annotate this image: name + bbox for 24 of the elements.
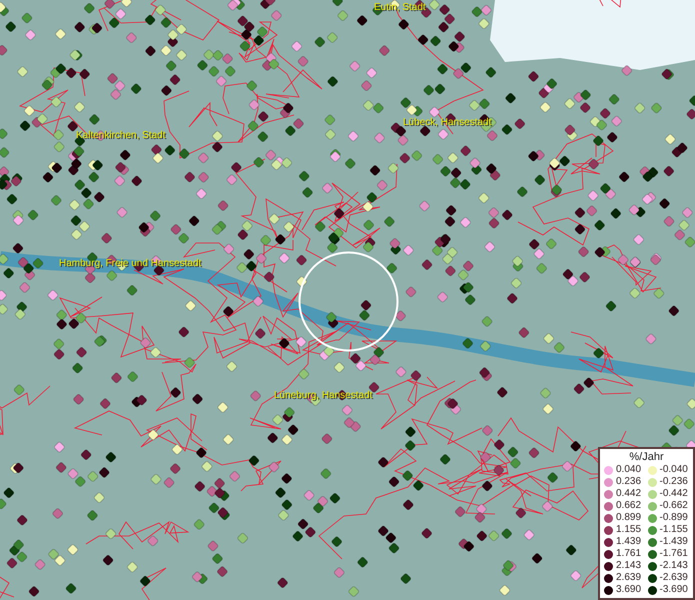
legend-value: 0.662 bbox=[616, 500, 642, 512]
legend-value: -1.155 bbox=[660, 524, 688, 536]
legend-value: 1.155 bbox=[616, 524, 642, 536]
selection-circle-icon[interactable] bbox=[297, 250, 400, 353]
legend-value: 1.439 bbox=[616, 536, 642, 548]
legend-value: -0.662 bbox=[660, 500, 688, 512]
legend-value: 0.236 bbox=[616, 476, 642, 488]
legend-value: -0.236 bbox=[660, 476, 688, 488]
legend-value: 0.442 bbox=[616, 488, 642, 500]
legend-value: -1.439 bbox=[660, 536, 688, 548]
legend-title: %/Jahr bbox=[628, 451, 665, 464]
legend-value: -3.690 bbox=[660, 584, 688, 596]
legend-value: 2.639 bbox=[616, 572, 642, 584]
legend-value: -0.899 bbox=[660, 512, 688, 524]
legend-value: 2.143 bbox=[616, 560, 642, 572]
legend-value: 0.040 bbox=[616, 464, 642, 476]
legend-value: -2.639 bbox=[660, 572, 688, 584]
legend-value: -0.442 bbox=[660, 488, 688, 500]
legend-value: 3.690 bbox=[616, 584, 642, 596]
legend-value: 0.899 bbox=[616, 512, 642, 524]
legend-value: -0.040 bbox=[660, 464, 688, 476]
legend-value: -2.143 bbox=[660, 560, 688, 572]
legend-value: 1.761 bbox=[616, 548, 642, 560]
legend-value: -1.761 bbox=[660, 548, 688, 560]
